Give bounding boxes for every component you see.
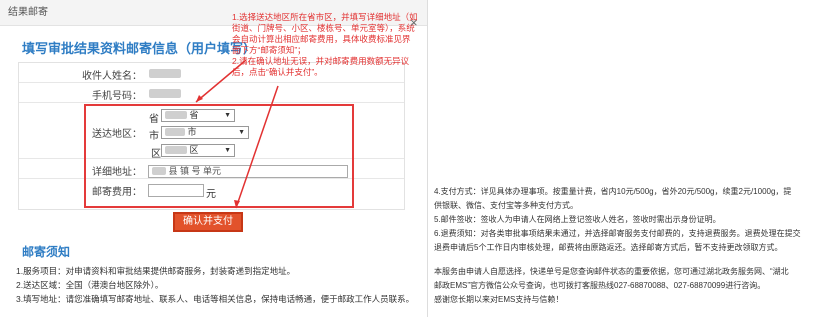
notice-line: 5.邮件签收：签收人为申请人在网络上登记签收人姓名，签收时需出示身份证明。	[434, 215, 721, 224]
notice-line: 邮政EMS”官方微信公众号查询，也可拨打客服热线027-68870088、027…	[434, 281, 766, 290]
notice-line: 本服务由申请人自愿选择，快递单号是您查询邮件状态的重要依据，您可通过湖北政务服务…	[434, 267, 789, 276]
notice-line: 4.支付方式：详见具体办理事项。按重量计费，省内10元/500g，省外20元/5…	[434, 187, 792, 196]
notice-line: 6.退费须知：对各类审批事项结果未通过，并选择邮寄服务支付邮费的，支持退费服务。…	[434, 229, 801, 238]
arrow-to-region	[195, 59, 247, 103]
arrow-to-button	[235, 85, 279, 209]
mail-dialog: 结果邮寄 填写审批结果资料邮寄信息（用户填写） 收件人姓名： 手机号码： 送达地…	[0, 0, 428, 317]
notice-line: 退费申请后5个工作日内审核处理，邮费将由原路返还。选择邮寄方式后，暂不支持更改领…	[434, 243, 783, 252]
notice-line: 供银联、微信、支付宝等多种支付方式。	[434, 201, 578, 210]
close-icon[interactable]: ×	[410, 10, 817, 36]
annotation-arrows	[195, 59, 279, 209]
notice-line: 感谢您长期以来对EMS支持与信赖！	[434, 295, 564, 304]
